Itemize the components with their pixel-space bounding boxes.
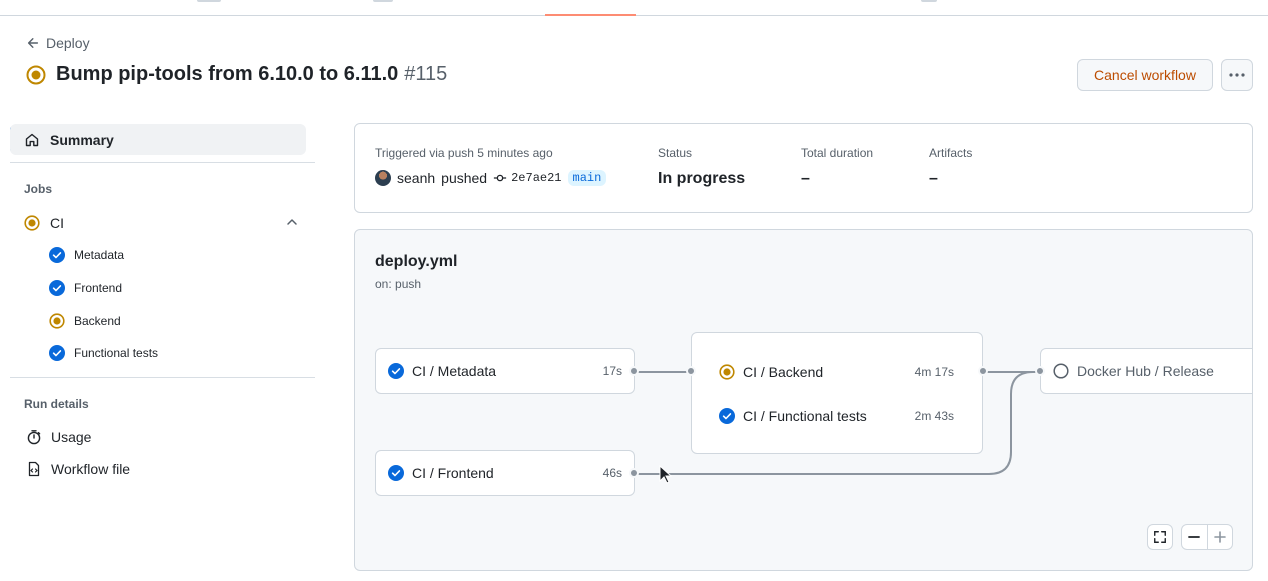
pending-circle-icon bbox=[1053, 363, 1069, 379]
artifacts-label: Artifacts bbox=[929, 146, 973, 160]
in-progress-status-icon bbox=[49, 313, 65, 329]
chevron-up-icon[interactable] bbox=[286, 216, 298, 228]
fullscreen-icon bbox=[1154, 531, 1166, 543]
top-nav-bar bbox=[0, 0, 1268, 16]
duration-value: – bbox=[801, 170, 810, 187]
sidebar-subjob-metadata[interactable]: Metadata bbox=[49, 246, 124, 264]
sidebar-subjob-functional-tests[interactable]: Functional tests bbox=[49, 344, 158, 362]
job-node-label: CI / Metadata bbox=[412, 363, 497, 379]
sidebar-job-ci[interactable]: CI bbox=[24, 212, 306, 234]
status-value: In progress bbox=[658, 170, 746, 187]
duration-label: Total duration bbox=[801, 146, 874, 160]
more-options-button[interactable] bbox=[1221, 59, 1253, 91]
sidebar-workflow-file-link[interactable]: Workflow file bbox=[26, 459, 130, 479]
workflow-graph-panel: deploy.yml on: push CI / Metadata 17s CI… bbox=[354, 229, 1253, 571]
fullscreen-button[interactable] bbox=[1147, 524, 1173, 550]
connector-dot bbox=[686, 366, 696, 376]
home-icon bbox=[25, 133, 39, 146]
push-info: seanh pushed 2e7ae21 main bbox=[375, 170, 607, 186]
connector-dot bbox=[629, 366, 639, 376]
job-node-duration: 2m 43s bbox=[914, 409, 954, 423]
back-link-label: Deploy bbox=[46, 35, 90, 51]
active-tab-underline bbox=[545, 14, 636, 16]
artifacts-value: – bbox=[929, 170, 938, 187]
in-progress-status-icon bbox=[24, 215, 40, 231]
triggered-text: Triggered via push 5 minutes ago bbox=[375, 146, 553, 160]
run-title-row: Bump pip-tools from 6.10.0 to 6.11.0 #115 bbox=[26, 63, 447, 86]
minus-icon bbox=[1188, 536, 1201, 538]
check-circle-icon bbox=[49, 345, 65, 361]
avatar[interactable] bbox=[375, 170, 391, 186]
job-node-backend[interactable]: CI / Backend 4m 17s bbox=[692, 361, 982, 383]
job-node-label: CI / Backend bbox=[743, 364, 824, 380]
pusher-username[interactable]: seanh bbox=[397, 170, 435, 186]
job-node-duration: 17s bbox=[602, 364, 622, 378]
run-details-heading: Run details bbox=[24, 397, 89, 411]
sidebar-usage-link[interactable]: Usage bbox=[26, 427, 91, 447]
check-circle-icon bbox=[388, 363, 404, 379]
nav-tab-fragment bbox=[373, 0, 393, 2]
job-node-frontend[interactable]: CI / Frontend 46s bbox=[375, 450, 635, 496]
back-to-workflow-link[interactable]: Deploy bbox=[26, 35, 90, 51]
job-group-node: CI / Backend 4m 17s CI / Functional test… bbox=[691, 332, 983, 454]
check-circle-icon bbox=[719, 408, 735, 424]
job-node-duration: 4m 17s bbox=[914, 365, 954, 379]
zoom-in-button[interactable] bbox=[1208, 525, 1233, 549]
subjob-label: Frontend bbox=[74, 281, 123, 295]
sidebar-subjob-backend[interactable]: Backend bbox=[49, 312, 121, 330]
job-node-label: CI / Frontend bbox=[412, 465, 494, 481]
check-circle-icon bbox=[49, 280, 65, 296]
connector-dot bbox=[1035, 366, 1045, 376]
run-number: #115 bbox=[404, 63, 448, 85]
in-progress-status-icon bbox=[719, 364, 735, 380]
file-code-icon bbox=[28, 461, 40, 477]
mouse-cursor-icon bbox=[659, 465, 673, 484]
check-circle-icon bbox=[388, 465, 404, 481]
nav-tab-fragment bbox=[921, 0, 937, 2]
nav-tab-fragment bbox=[197, 0, 221, 2]
sidebar-subjob-frontend[interactable]: Frontend bbox=[49, 279, 122, 297]
workflow-file-label: Workflow file bbox=[51, 461, 131, 477]
connector-dot bbox=[978, 366, 988, 376]
job-node-metadata[interactable]: CI / Metadata 17s bbox=[375, 348, 635, 394]
check-circle-icon bbox=[49, 247, 65, 263]
plus-icon bbox=[1213, 531, 1226, 543]
job-node-duration: 46s bbox=[602, 466, 622, 480]
branch-badge[interactable]: main bbox=[567, 170, 607, 186]
summary-label: Summary bbox=[50, 131, 114, 148]
sidebar-summary-item[interactable]: Summary bbox=[10, 124, 306, 155]
sidebar-divider bbox=[10, 377, 315, 378]
zoom-out-button[interactable] bbox=[1182, 525, 1208, 549]
stopwatch-icon bbox=[27, 430, 41, 445]
arrow-left-icon bbox=[27, 38, 39, 48]
job-node-label: CI / Functional tests bbox=[743, 408, 867, 424]
pushed-word: pushed bbox=[441, 170, 488, 186]
sidebar-divider bbox=[10, 162, 315, 163]
status-label: Status bbox=[658, 146, 693, 160]
in-progress-status-icon bbox=[26, 65, 46, 84]
cancel-workflow-button[interactable]: Cancel workflow bbox=[1077, 59, 1213, 91]
kebab-horizontal-icon bbox=[1229, 73, 1245, 77]
job-node-label: Docker Hub / Release bbox=[1077, 363, 1214, 379]
run-title: Bump pip-tools from 6.10.0 to 6.11.0 bbox=[56, 63, 399, 85]
run-summary-panel: Triggered via push 5 minutes ago seanh p… bbox=[354, 123, 1253, 213]
job-ci-label: CI bbox=[50, 215, 64, 231]
job-node-docker-release[interactable]: Docker Hub / Release bbox=[1040, 348, 1252, 394]
subjob-label: Functional tests bbox=[74, 346, 159, 360]
commit-link[interactable]: 2e7ae21 bbox=[493, 171, 562, 185]
git-commit-icon bbox=[493, 174, 507, 182]
subjob-label: Backend bbox=[74, 314, 121, 328]
job-node-functional-tests[interactable]: CI / Functional tests 2m 43s bbox=[692, 405, 982, 427]
commit-sha: 2e7ae21 bbox=[511, 171, 562, 185]
zoom-control-group bbox=[1181, 524, 1233, 550]
connector-dot bbox=[629, 468, 639, 478]
usage-label: Usage bbox=[51, 429, 92, 445]
subjob-label: Metadata bbox=[74, 248, 125, 262]
jobs-heading: Jobs bbox=[24, 182, 53, 196]
